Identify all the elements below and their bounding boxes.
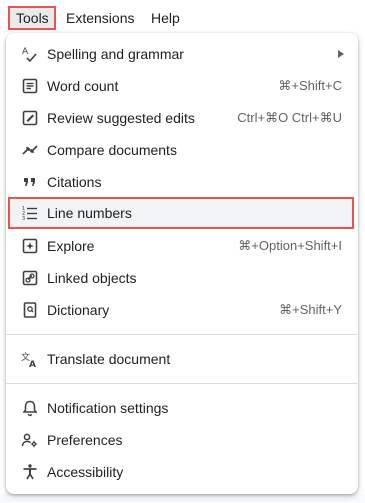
menu-item-label: Line numbers — [47, 205, 132, 221]
preferences-icon — [21, 431, 39, 449]
menu-item-label: Word count — [47, 78, 119, 94]
menubar-help[interactable]: Help — [145, 6, 186, 30]
docs-tools-menu-screen: Tools Extensions Help A Spelling and gra… — [0, 0, 365, 503]
menu-item-label: Preferences — [47, 432, 123, 448]
menubar-tools[interactable]: Tools — [8, 6, 56, 30]
menu-item-compare-documents[interactable]: Compare documents — [6, 134, 358, 166]
word-count-icon — [21, 77, 39, 95]
menu-item-label: Spelling and grammar — [47, 46, 184, 62]
menu-item-translate-document[interactable]: 文A Translate document — [6, 343, 358, 375]
line-numbers-icon: 123 — [21, 204, 39, 222]
translate-icon: 文A — [21, 350, 39, 368]
document-background — [0, 494, 365, 503]
menu-item-word-count[interactable]: Word count ⌘+Shift+C — [6, 70, 358, 102]
menu-item-line-numbers[interactable]: 123 Line numbers — [6, 197, 358, 229]
menu-item-shortcut: ⌘+Option+Shift+I — [238, 238, 342, 253]
menu-item-dictionary[interactable]: Dictionary ⌘+Shift+Y — [6, 294, 358, 326]
menubar-extensions[interactable]: Extensions — [60, 6, 140, 30]
review-edits-icon — [21, 109, 39, 127]
menu-item-label: Review suggested edits — [47, 110, 195, 126]
menu-item-label: Dictionary — [47, 302, 110, 318]
menu-item-notification-settings[interactable]: Notification settings — [6, 392, 358, 424]
explore-icon — [21, 237, 39, 255]
menu-bar: Tools Extensions Help — [0, 0, 365, 36]
compare-icon — [21, 141, 39, 159]
menu-item-label: Notification settings — [47, 400, 169, 416]
menu-divider — [6, 383, 358, 384]
dictionary-icon — [21, 301, 39, 319]
link-icon — [21, 269, 39, 287]
quote-icon — [21, 173, 39, 191]
menu-item-label: Translate document — [47, 351, 171, 367]
tools-dropdown-menu: A Spelling and grammar Word count ⌘+Shif… — [6, 33, 358, 494]
menu-item-explore[interactable]: Explore ⌘+Option+Shift+I — [6, 230, 358, 262]
svg-text:A: A — [29, 360, 36, 368]
menu-item-spelling-grammar[interactable]: A Spelling and grammar — [6, 38, 358, 70]
bell-icon — [21, 399, 39, 417]
menu-item-accessibility[interactable]: Accessibility — [6, 456, 358, 488]
menu-item-label: Explore — [47, 238, 95, 254]
menu-item-citations[interactable]: Citations — [6, 166, 358, 198]
spellcheck-icon: A — [21, 45, 39, 63]
menu-item-shortcut: Ctrl+⌘O Ctrl+⌘U — [237, 110, 342, 125]
svg-text:A: A — [22, 47, 29, 57]
submenu-arrow-icon — [338, 50, 344, 58]
menu-item-label: Compare documents — [47, 142, 177, 158]
menu-item-label: Linked objects — [47, 270, 137, 286]
svg-text:3: 3 — [22, 216, 25, 222]
accessibility-icon — [21, 463, 39, 481]
menu-item-shortcut: ⌘+Shift+Y — [279, 302, 342, 317]
menu-item-preferences[interactable]: Preferences — [6, 424, 358, 456]
menu-item-shortcut: ⌘+Shift+C — [278, 78, 342, 93]
menu-item-label: Citations — [47, 174, 102, 190]
menu-item-linked-objects[interactable]: Linked objects — [6, 262, 358, 294]
menu-item-review-suggested-edits[interactable]: Review suggested edits Ctrl+⌘O Ctrl+⌘U — [6, 102, 358, 134]
menu-item-label: Accessibility — [47, 464, 124, 480]
menu-divider — [6, 334, 358, 335]
